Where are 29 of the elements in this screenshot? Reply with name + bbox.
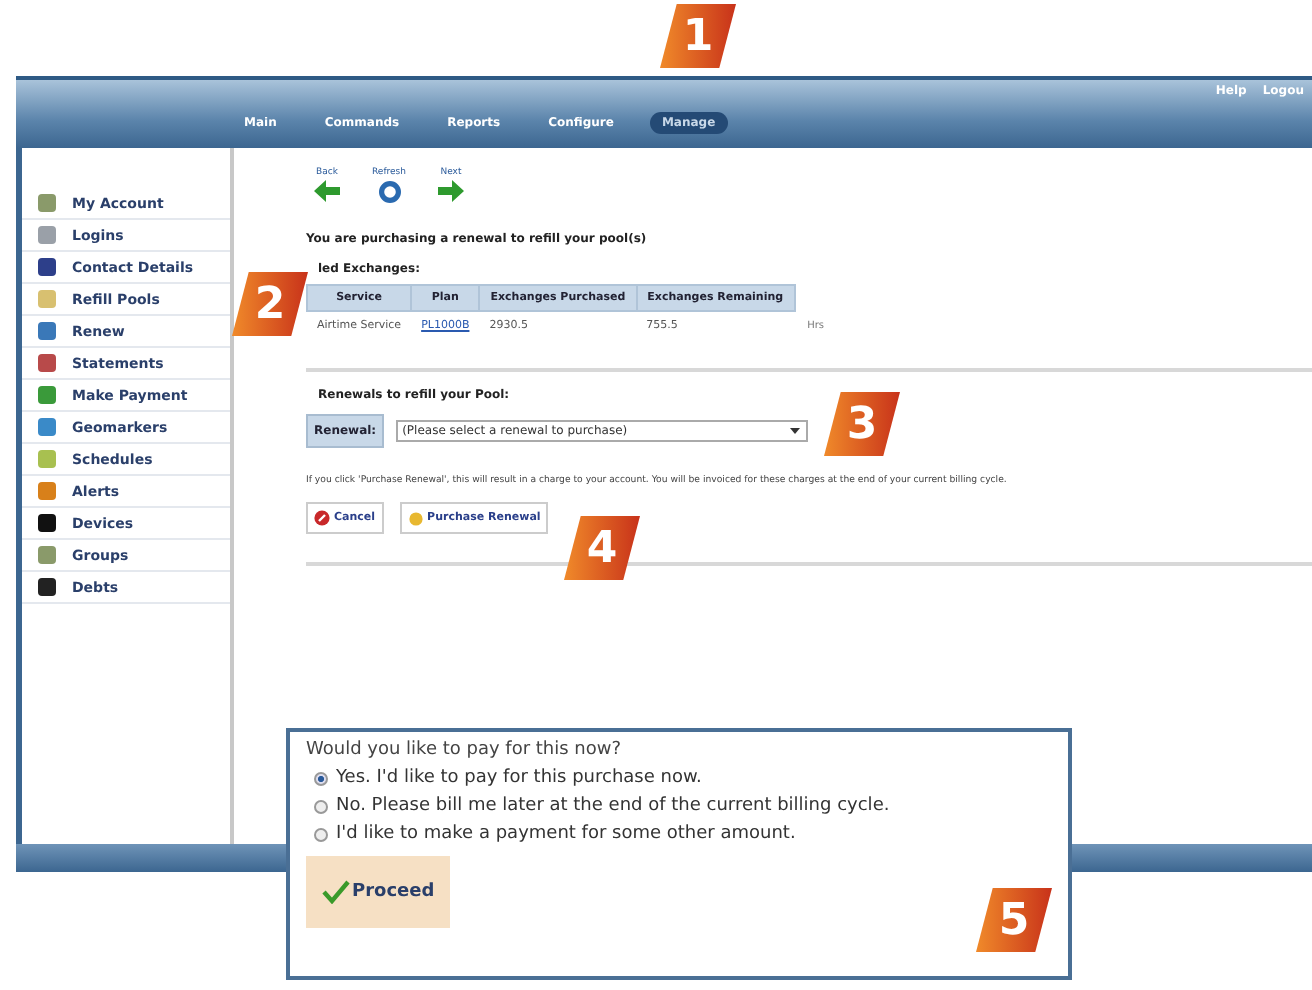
tile-icon [38, 546, 56, 564]
cancel-icon [314, 510, 330, 526]
radio-button[interactable] [314, 799, 328, 813]
tile-icon [38, 194, 56, 212]
tile-icon [38, 514, 56, 532]
tile-icon [38, 578, 56, 596]
refresh-icon [377, 180, 401, 204]
tile-icon [38, 226, 56, 244]
radio-option[interactable]: I'd like to make a payment for some other amount. [306, 824, 1052, 844]
tile-icon [38, 354, 56, 372]
radio-button[interactable] [314, 827, 328, 841]
question-text: Would you like to pay for this now? [306, 740, 624, 760]
radio-button[interactable] [314, 771, 328, 785]
callout-badge: 1 [660, 4, 736, 68]
tile-icon [38, 322, 56, 340]
proceed-button[interactable]: Proceed [318, 876, 439, 908]
coins-icon [407, 510, 424, 526]
tile-icon [38, 290, 56, 308]
radio-option[interactable]: Yes. I'd like to pay for this purchase now. [306, 768, 1052, 788]
checkmark-icon [322, 880, 350, 904]
arrow-right-icon [438, 180, 464, 202]
tile-icon [38, 482, 56, 500]
tile-icon [38, 450, 56, 468]
arrow-left-icon [314, 180, 340, 202]
radio-option[interactable]: No. Please bill me later at the end of the current billing cycle. [306, 796, 1052, 816]
tile-icon [38, 386, 56, 404]
tile-icon [38, 258, 56, 276]
caret-icon [788, 424, 803, 438]
tile-icon [38, 418, 56, 436]
